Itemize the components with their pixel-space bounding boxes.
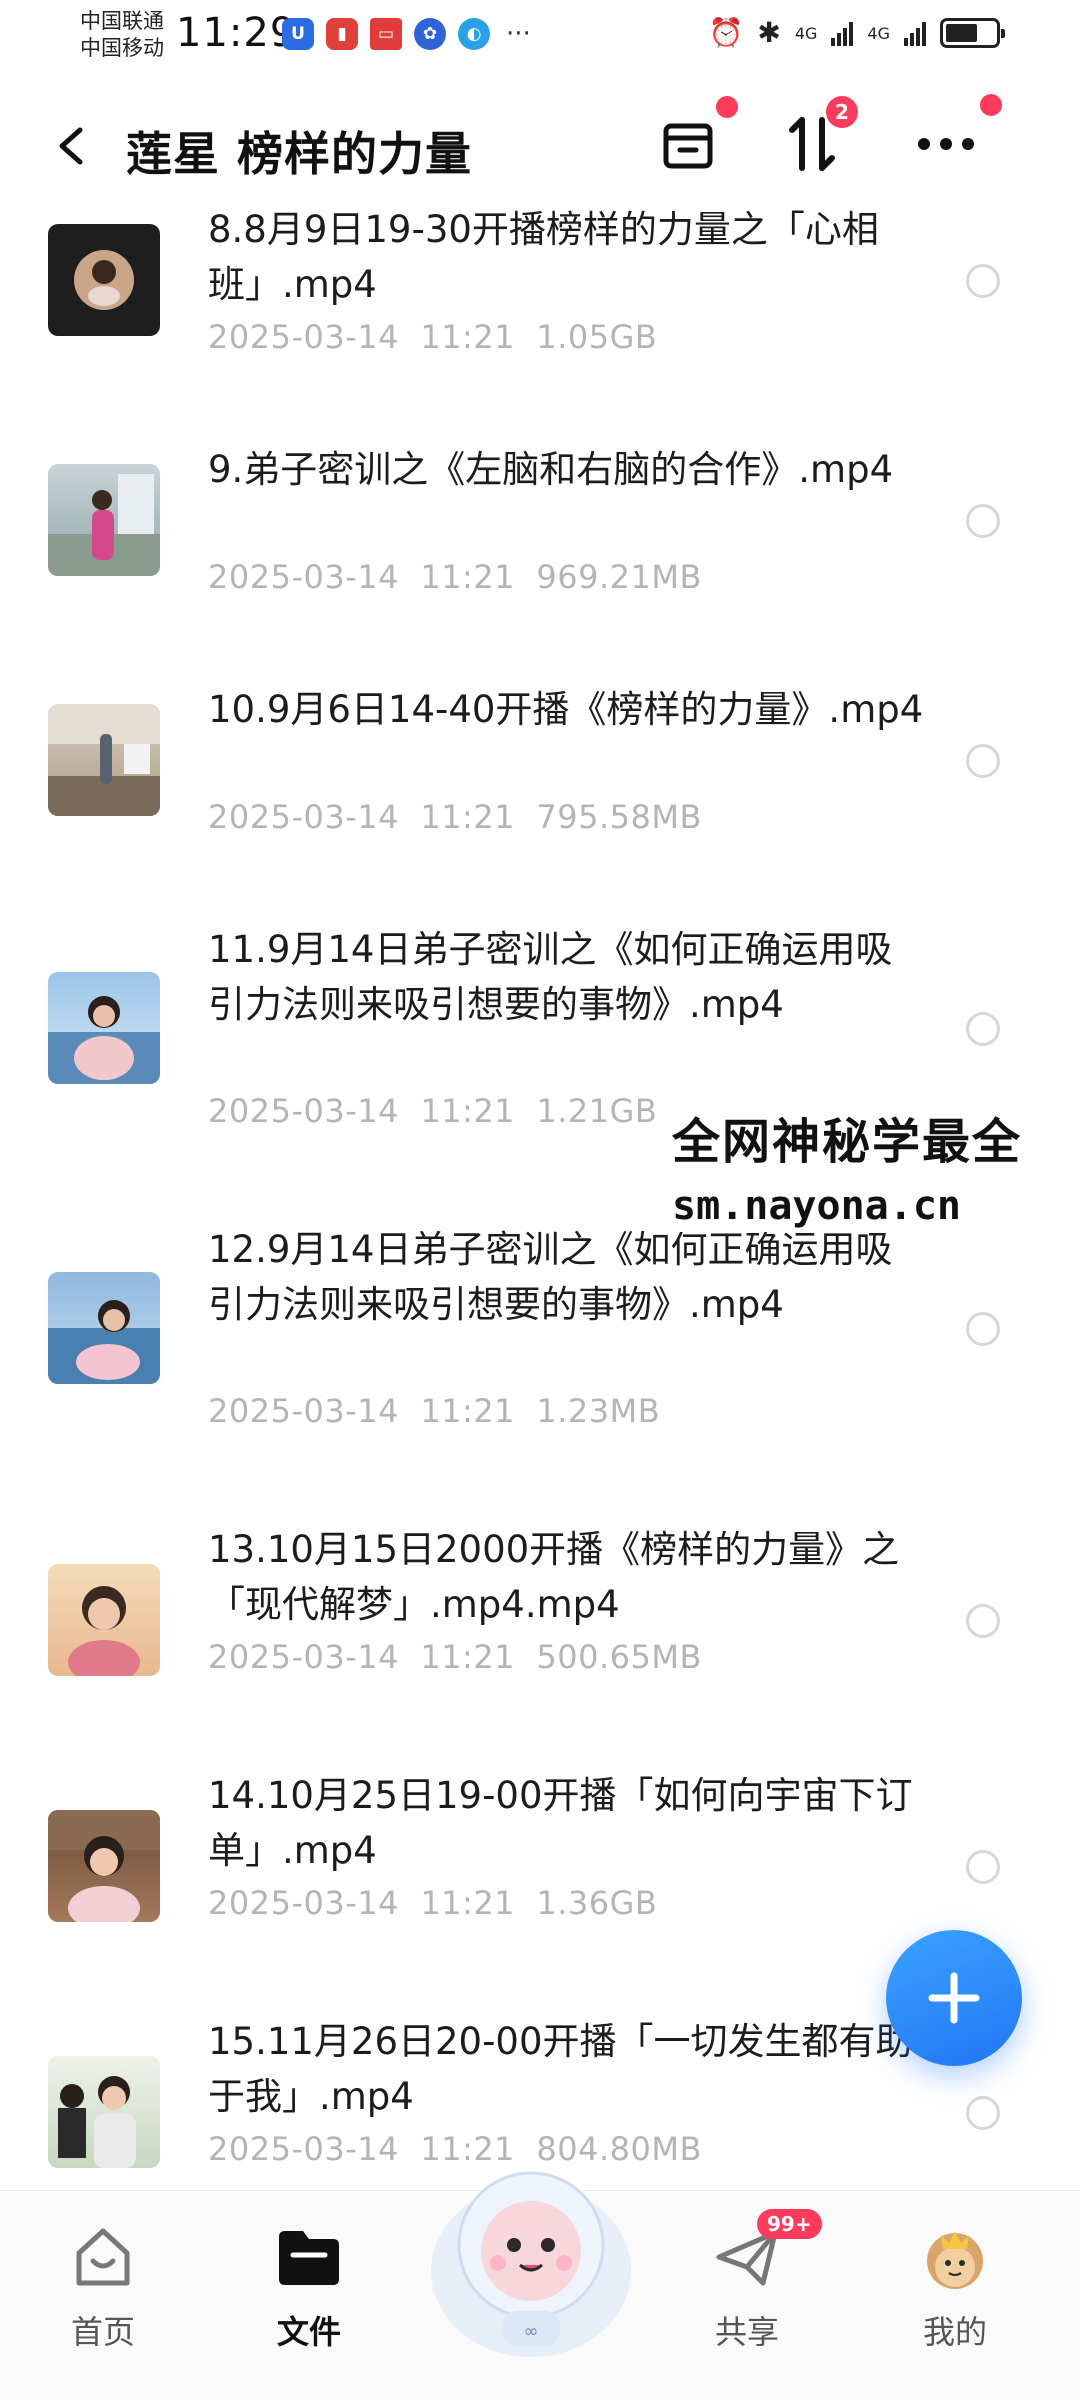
nav-files[interactable]: 文件 <box>234 2221 384 2353</box>
video-thumbnail <box>48 1272 160 1384</box>
app-notification-icon: ▮ <box>326 18 358 50</box>
file-meta: 2025-03-14 11:21 969.21MB <box>208 558 702 596</box>
file-name: 15.11月26日20-00开播「一切发生都有助于我」.mp4 <box>208 2020 913 2118</box>
file-meta: 2025-03-14 11:21 1.23MB <box>208 1392 661 1430</box>
back-button[interactable] <box>48 116 96 176</box>
file-name: 11.9月14日弟子密训之《如何正确运用吸引力法则来吸引想要的事物》.mp4 <box>208 928 893 1026</box>
system-icons: ⏰ ✱ 4G 4G <box>708 16 1005 49</box>
svg-text:∞: ∞ <box>524 2321 539 2342</box>
battery-fill <box>946 24 977 42</box>
video-thumbnail <box>48 1810 160 1922</box>
carrier-1: 中国联通 <box>80 9 164 33</box>
file-name: 12.9月14日弟子密训之《如何正确运用吸引力法则来吸引想要的事物》.mp4 <box>208 1228 893 1326</box>
select-radio[interactable] <box>966 1604 1000 1638</box>
battery-icon <box>940 18 1005 48</box>
file-meta: 2025-03-14 11:21 795.58MB <box>208 798 702 836</box>
paper-plane-icon: 99+ <box>711 2209 822 2293</box>
file-name: 14.10月25日19-00开播「如何向宇宙下订单」.mp4 <box>208 1774 913 1872</box>
watermark-title: 全网神秘学最全 <box>668 1110 1068 1174</box>
file-name: 10.9月6日14-40开播《榜样的力量》.mp4 <box>208 688 924 731</box>
select-radio[interactable] <box>966 504 1000 538</box>
archive-red-dot <box>716 96 738 118</box>
file-name: 13.10月15日2000开播《榜样的力量》之「现代解梦」.mp4.mp4 <box>208 1528 900 1626</box>
sort-button[interactable]: 2 <box>776 96 858 180</box>
archive-button[interactable] <box>652 96 738 180</box>
assistant-mascot-button[interactable]: ∞ <box>418 2141 644 2367</box>
screen: 中国联通 中国移动 11:29 U ▮ ▭ ✿ ◐ ··· ⏰ ✱ 4G 4G … <box>0 0 1080 2400</box>
signal-2-icon <box>904 20 926 46</box>
network-label-2: 4G <box>867 23 890 43</box>
more-button[interactable] <box>910 94 1002 180</box>
nav-home-label: 首页 <box>70 2313 135 2351</box>
home-icon <box>67 2221 139 2293</box>
file-meta: 2025-03-14 11:21 500.65MB <box>208 1638 702 1676</box>
file-meta: 2025-03-14 11:21 1.36GB <box>208 1884 658 1922</box>
folder-icon <box>273 2221 345 2293</box>
select-radio[interactable] <box>966 1312 1000 1346</box>
app-header: 莲星 榜样的力量 2 <box>0 82 1080 212</box>
watermark-url: sm.nayona.cn <box>668 1180 1068 1232</box>
video-thumbnail <box>48 464 160 576</box>
carrier-2: 中国移动 <box>80 36 164 60</box>
browser-app-icon: ◐ <box>458 18 490 50</box>
archive-icon <box>663 123 713 169</box>
app-notification-icon: U <box>282 18 314 50</box>
select-radio[interactable] <box>966 264 1000 298</box>
more-notifications-icon: ··· <box>506 19 531 49</box>
paw-app-icon: ✿ <box>414 18 446 50</box>
select-radio[interactable] <box>966 1850 1000 1884</box>
back-icon <box>59 127 83 165</box>
bottom-nav: 首页 文件 ∞ 99+ 共享 我的 <box>0 2171 1080 2400</box>
select-radio[interactable] <box>966 2096 1000 2130</box>
video-thumbnail <box>48 1564 160 1676</box>
file-name: 8.8月9日19-30开播榜样的力量之「心相班」.mp4 <box>208 208 879 306</box>
book-app-icon: ▭ <box>370 18 402 50</box>
more-red-dot <box>980 94 1002 116</box>
notification-icons: U ▮ ▭ ✿ ◐ ··· <box>282 18 531 50</box>
nav-share-label: 共享 <box>714 2313 779 2351</box>
page-title: 莲星 榜样的力量 <box>126 127 473 181</box>
file-name: 9.弟子密训之《左脑和右脑的合作》.mp4 <box>208 448 894 491</box>
nav-mine[interactable]: 我的 <box>880 2221 1030 2353</box>
status-bar: 中国联通 中国移动 11:29 U ▮ ▭ ✿ ◐ ··· ⏰ ✱ 4G 4G <box>0 0 1080 78</box>
video-thumbnail <box>48 972 160 1084</box>
more-icon <box>918 138 974 150</box>
video-thumbnail <box>48 2056 160 2168</box>
bluetooth-icon: ✱ <box>757 16 781 49</box>
status-time: 11:29 <box>176 10 297 56</box>
mascot-icon: ∞ <box>431 2171 631 2357</box>
select-radio[interactable] <box>966 1012 1000 1046</box>
network-label-1: 4G <box>794 23 818 43</box>
nav-mine-label: 我的 <box>922 2313 987 2351</box>
alarm-icon: ⏰ <box>708 16 744 49</box>
carrier-info: 中国联通 中国移动 <box>80 8 164 62</box>
sort-badge: 2 <box>826 96 858 128</box>
file-meta: 2025-03-14 11:21 1.21GB <box>208 1092 658 1130</box>
plus-icon <box>928 1972 980 2024</box>
video-thumbnail <box>48 704 160 816</box>
select-radio[interactable] <box>966 744 1000 778</box>
file-meta: 2025-03-14 11:21 1.05GB <box>208 318 658 356</box>
video-thumbnail <box>48 224 160 336</box>
nav-home[interactable]: 首页 <box>28 2221 178 2353</box>
avatar <box>919 2221 991 2293</box>
add-button[interactable] <box>886 1930 1022 2066</box>
nav-files-label: 文件 <box>276 2313 341 2351</box>
nav-share[interactable]: 99+ 共享 <box>672 2209 822 2353</box>
signal-1-icon <box>831 20 854 46</box>
share-badge: 99+ <box>757 2209 822 2239</box>
